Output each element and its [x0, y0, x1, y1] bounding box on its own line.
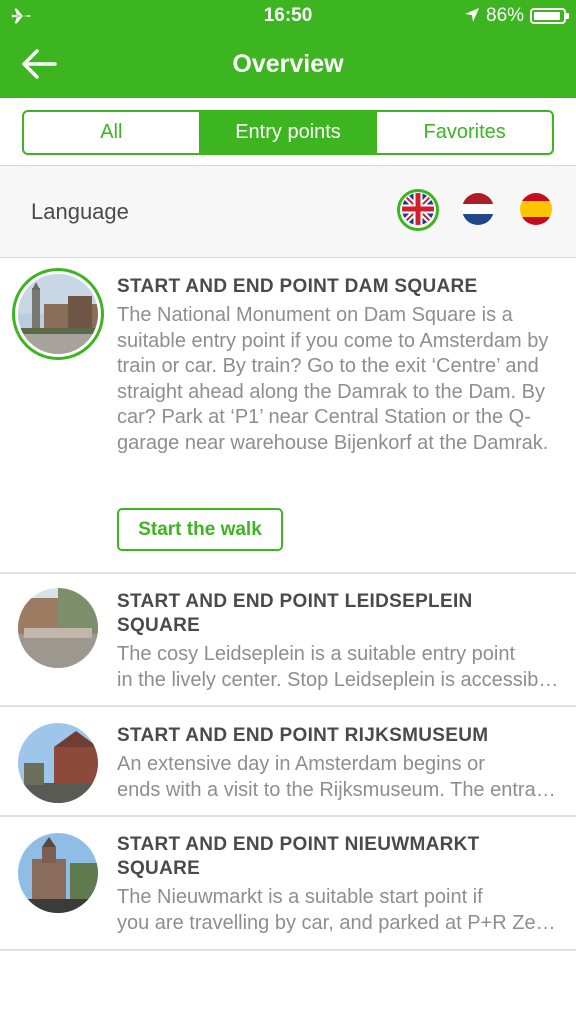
- location-arrow-icon: [465, 8, 479, 22]
- leidseplein-thumbnail: [18, 588, 98, 668]
- segmented-control: All Entry points Favorites: [22, 110, 554, 155]
- es-flag-icon[interactable]: [520, 193, 552, 225]
- item-title-line-2: SQUARE: [117, 858, 201, 879]
- item-title: START AND END POINT RIJKSMUSEUM: [117, 725, 489, 746]
- tab-all[interactable]: All: [24, 112, 201, 153]
- tab-favorites[interactable]: Favorites: [377, 112, 552, 153]
- language-label: Language: [31, 199, 129, 224]
- nl-flag-icon[interactable]: [462, 193, 494, 225]
- dam-square-thumbnail: [18, 274, 98, 354]
- item-description-line-1: The cosy Leidseplein is a suitable entry…: [117, 643, 516, 665]
- list-item-dam-square[interactable]: START AND END POINT DAM SQUARE The Natio…: [0, 258, 576, 574]
- nieuwmarkt-thumbnail: [18, 833, 98, 913]
- language-selector: Language: [0, 166, 576, 258]
- item-title-line-1: START AND END POINT LEIDSEPLEIN: [117, 591, 473, 612]
- tab-bar: All Entry points Favorites: [0, 98, 576, 166]
- list-item-nieuwmarkt[interactable]: START AND END POINT NIEUWMARKT SQUARE Th…: [0, 817, 576, 951]
- status-bar: 16:50 86%: [0, 0, 576, 32]
- item-description-line-2: you are travelling by car, and parked at…: [117, 912, 561, 934]
- rijksmuseum-thumbnail: [18, 723, 98, 803]
- battery-percentage: 86%: [486, 5, 525, 26]
- start-walk-button[interactable]: Start the walk: [117, 508, 283, 551]
- uk-flag-icon[interactable]: [402, 193, 434, 225]
- item-title-line-1: START AND END POINT NIEUWMARKT: [117, 834, 480, 855]
- list-item-rijksmuseum[interactable]: START AND END POINT RIJKSMUSEUM An exten…: [0, 707, 576, 817]
- battery-icon: [530, 8, 569, 24]
- item-title-line-2: SQUARE: [117, 615, 201, 636]
- item-description-line-1: An extensive day in Amsterdam begins or: [117, 753, 485, 775]
- item-description: The National Monument on Dam Square is a…: [117, 304, 549, 454]
- item-description-line-2: ends with a visit to the Rijksmuseum. Th…: [117, 779, 561, 801]
- list-item-leidseplein[interactable]: START AND END POINT LEIDSEPLEIN SQUARE T…: [0, 574, 576, 707]
- tab-entry-points[interactable]: Entry points: [200, 112, 378, 153]
- item-description-line-1: The Nieuwmarkt is a suitable start point…: [117, 886, 483, 908]
- app-header: 16:50 86% Overview: [0, 0, 576, 98]
- item-description-line-2: in the lively center. Stop Leidseplein i…: [117, 669, 561, 691]
- page-title: Overview: [232, 50, 344, 78]
- item-title: START AND END POINT DAM SQUARE: [117, 276, 478, 297]
